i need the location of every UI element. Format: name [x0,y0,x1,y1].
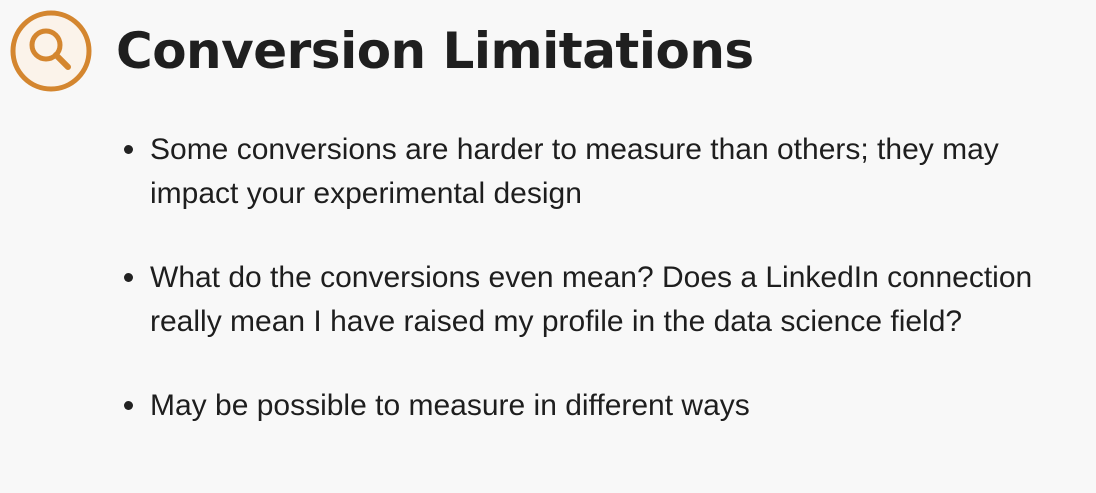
bullet-dot [124,273,133,282]
bullet-text: May be possible to measure in different … [150,389,750,422]
bullet-item: Some conversions are harder to measure t… [122,128,1082,216]
title-row: Conversion Limitations [10,6,754,96]
bullet-item: What do the conversions even mean? Does … [122,256,1082,344]
bullet-list: Some conversions are harder to measure t… [122,128,1082,428]
bullet-item: May be possible to measure in different … [122,384,1082,428]
bullet-dot [124,401,133,410]
bullet-dot [124,145,133,154]
magnifier-icon [10,10,92,92]
bullet-text: Some conversions are harder to measure t… [150,133,999,210]
slide: Conversion Limitations Some conversions … [0,0,1096,493]
bullet-text: What do the conversions even mean? Does … [150,261,1033,338]
slide-title: Conversion Limitations [116,22,754,80]
